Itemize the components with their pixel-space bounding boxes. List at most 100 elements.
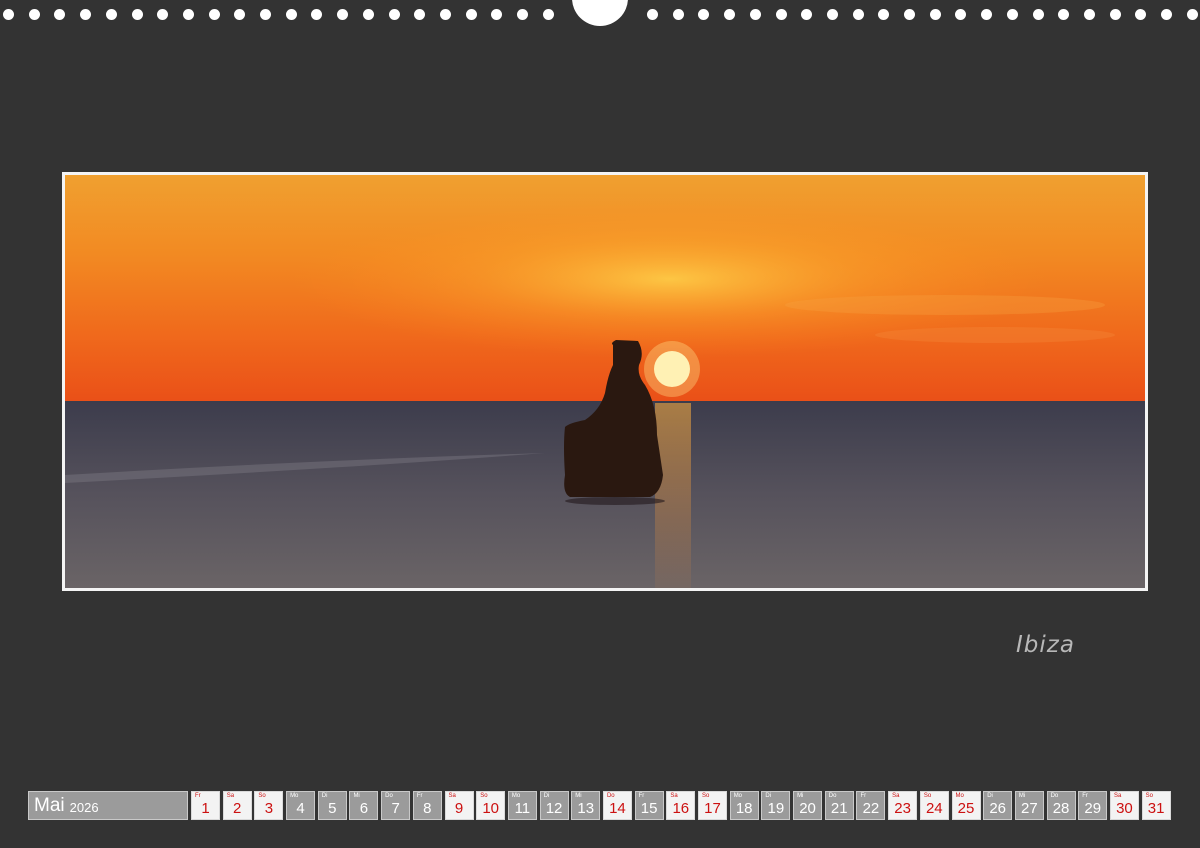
photo-caption: Ibiza: [1016, 632, 1075, 658]
calendar-day: Sa 16: [666, 791, 696, 820]
weekday-label: Fr: [416, 793, 423, 799]
binding-hole: [647, 9, 658, 20]
calendar-day: Fr 29: [1078, 791, 1108, 820]
binding-hole: [311, 9, 323, 20]
photo-frame: [62, 172, 1148, 591]
calendar-day: Do 14: [602, 791, 632, 820]
binding-hole: [3, 9, 14, 20]
calendar-day: So 24: [919, 791, 949, 820]
day-number: 13: [577, 800, 595, 817]
binding-hole: [388, 9, 400, 20]
calendar-day: Sa 9: [444, 791, 474, 820]
weekday-label: Fr: [195, 793, 201, 799]
calendar-strip: Mai 2026 Fr 1 Sa 2 So 3 Mo 4 Di 5 Mi 6 Do 7 Fr 8 Sa 9 So 10…: [28, 791, 1173, 820]
calendar-day: So 31: [1141, 791, 1171, 820]
calendar-day: Do 28: [1046, 791, 1076, 820]
weekday-label: So: [480, 793, 488, 799]
sunset-sea-rock-photo: [65, 175, 1145, 588]
binding-hole: [1109, 9, 1121, 20]
binding-hole: [1083, 9, 1095, 20]
weekday-label: Fr: [860, 793, 867, 799]
binding-hole: [826, 9, 838, 20]
binding-hole: [1032, 9, 1044, 20]
day-number: 28: [1052, 800, 1070, 817]
binding-hole: [491, 9, 503, 20]
day-number: 18: [735, 800, 753, 817]
binding-hole: [80, 9, 92, 20]
calendar-day: Mo 4: [286, 791, 316, 820]
day-number: 9: [454, 800, 464, 817]
binding-hole: [414, 9, 426, 20]
day-number: 7: [391, 800, 400, 817]
binding-hole: [131, 9, 143, 20]
calendar-day: Mi 27: [1014, 791, 1044, 820]
day-number: 6: [359, 800, 369, 817]
calendar-day: Mo 25: [951, 791, 981, 820]
calendar-day: Do 7: [381, 791, 411, 820]
day-number: 29: [1084, 800, 1102, 817]
weekday-label: Mo: [955, 793, 964, 799]
calendar-day: So 3: [254, 791, 284, 820]
hanger-cutout: [572, 0, 628, 26]
weekday-label: Sa: [1113, 793, 1122, 799]
day-number: 16: [672, 800, 690, 817]
weekday-label: Do: [385, 793, 393, 799]
calendar-day: Fr 1: [191, 791, 220, 820]
calendar-day: Di 12: [539, 791, 569, 820]
binding-hole: [54, 9, 66, 20]
weekday-label: Sa: [226, 793, 235, 799]
binding-hole: [878, 9, 890, 20]
binding-hole: [852, 9, 864, 20]
day-number: 26: [989, 800, 1007, 817]
weekday-label: Mo: [290, 793, 299, 799]
calendar-day: So 17: [698, 791, 727, 820]
day-number: 14: [609, 800, 626, 817]
day-number: 3: [264, 800, 274, 817]
day-number: 24: [925, 800, 943, 817]
day-number: 1: [201, 800, 210, 817]
weekday-label: Sa: [670, 793, 678, 799]
calendar-day: Mo 11: [507, 791, 537, 820]
binding-hole: [439, 9, 451, 20]
binding-hole: [775, 9, 787, 20]
calendar-day: Mi 6: [349, 791, 379, 820]
day-number: 19: [767, 800, 785, 817]
binding-hole: [1161, 9, 1172, 20]
day-number: 2: [233, 800, 242, 817]
binding-hole: [955, 9, 967, 20]
day-number: 30: [1116, 800, 1133, 817]
weekday-label: Di: [987, 793, 993, 799]
binding-hole: [182, 9, 194, 20]
day-number: 12: [545, 800, 563, 817]
calendar-day: Mo 18: [729, 791, 759, 820]
calendar-day: Fr 8: [412, 791, 442, 820]
binding-hole: [1058, 9, 1070, 20]
binding-hole: [724, 9, 736, 20]
day-number: 4: [296, 800, 305, 817]
calendar-day: Sa 23: [888, 791, 918, 820]
day-number: 23: [894, 800, 911, 817]
calendar-day: Mi 13: [571, 791, 601, 820]
day-number: 10: [482, 800, 500, 817]
weekday-label: So: [702, 793, 710, 799]
weekday-label: So: [258, 793, 266, 799]
binding-hole: [929, 9, 941, 20]
binding-hole: [517, 9, 528, 20]
weekday-label: Mi: [797, 793, 804, 799]
weekday-label: Mi: [575, 793, 582, 799]
day-number: 8: [423, 800, 432, 817]
binding-hole: [234, 9, 246, 20]
weekday-label: Do: [606, 793, 615, 799]
month-label: Mai 2026: [28, 791, 188, 820]
day-number: 11: [514, 800, 531, 817]
calendar-day: Di 5: [317, 791, 347, 820]
calendar-day: Mi 20: [793, 791, 823, 820]
binding-hole: [28, 9, 40, 20]
calendar-day: Di 26: [983, 791, 1013, 820]
binding-hole: [749, 9, 761, 20]
binding-hole: [981, 9, 993, 20]
weekday-label: Fr: [1082, 793, 1088, 799]
day-number: 15: [640, 800, 658, 817]
binding-hole: [362, 9, 374, 20]
day-number: 22: [862, 800, 880, 817]
